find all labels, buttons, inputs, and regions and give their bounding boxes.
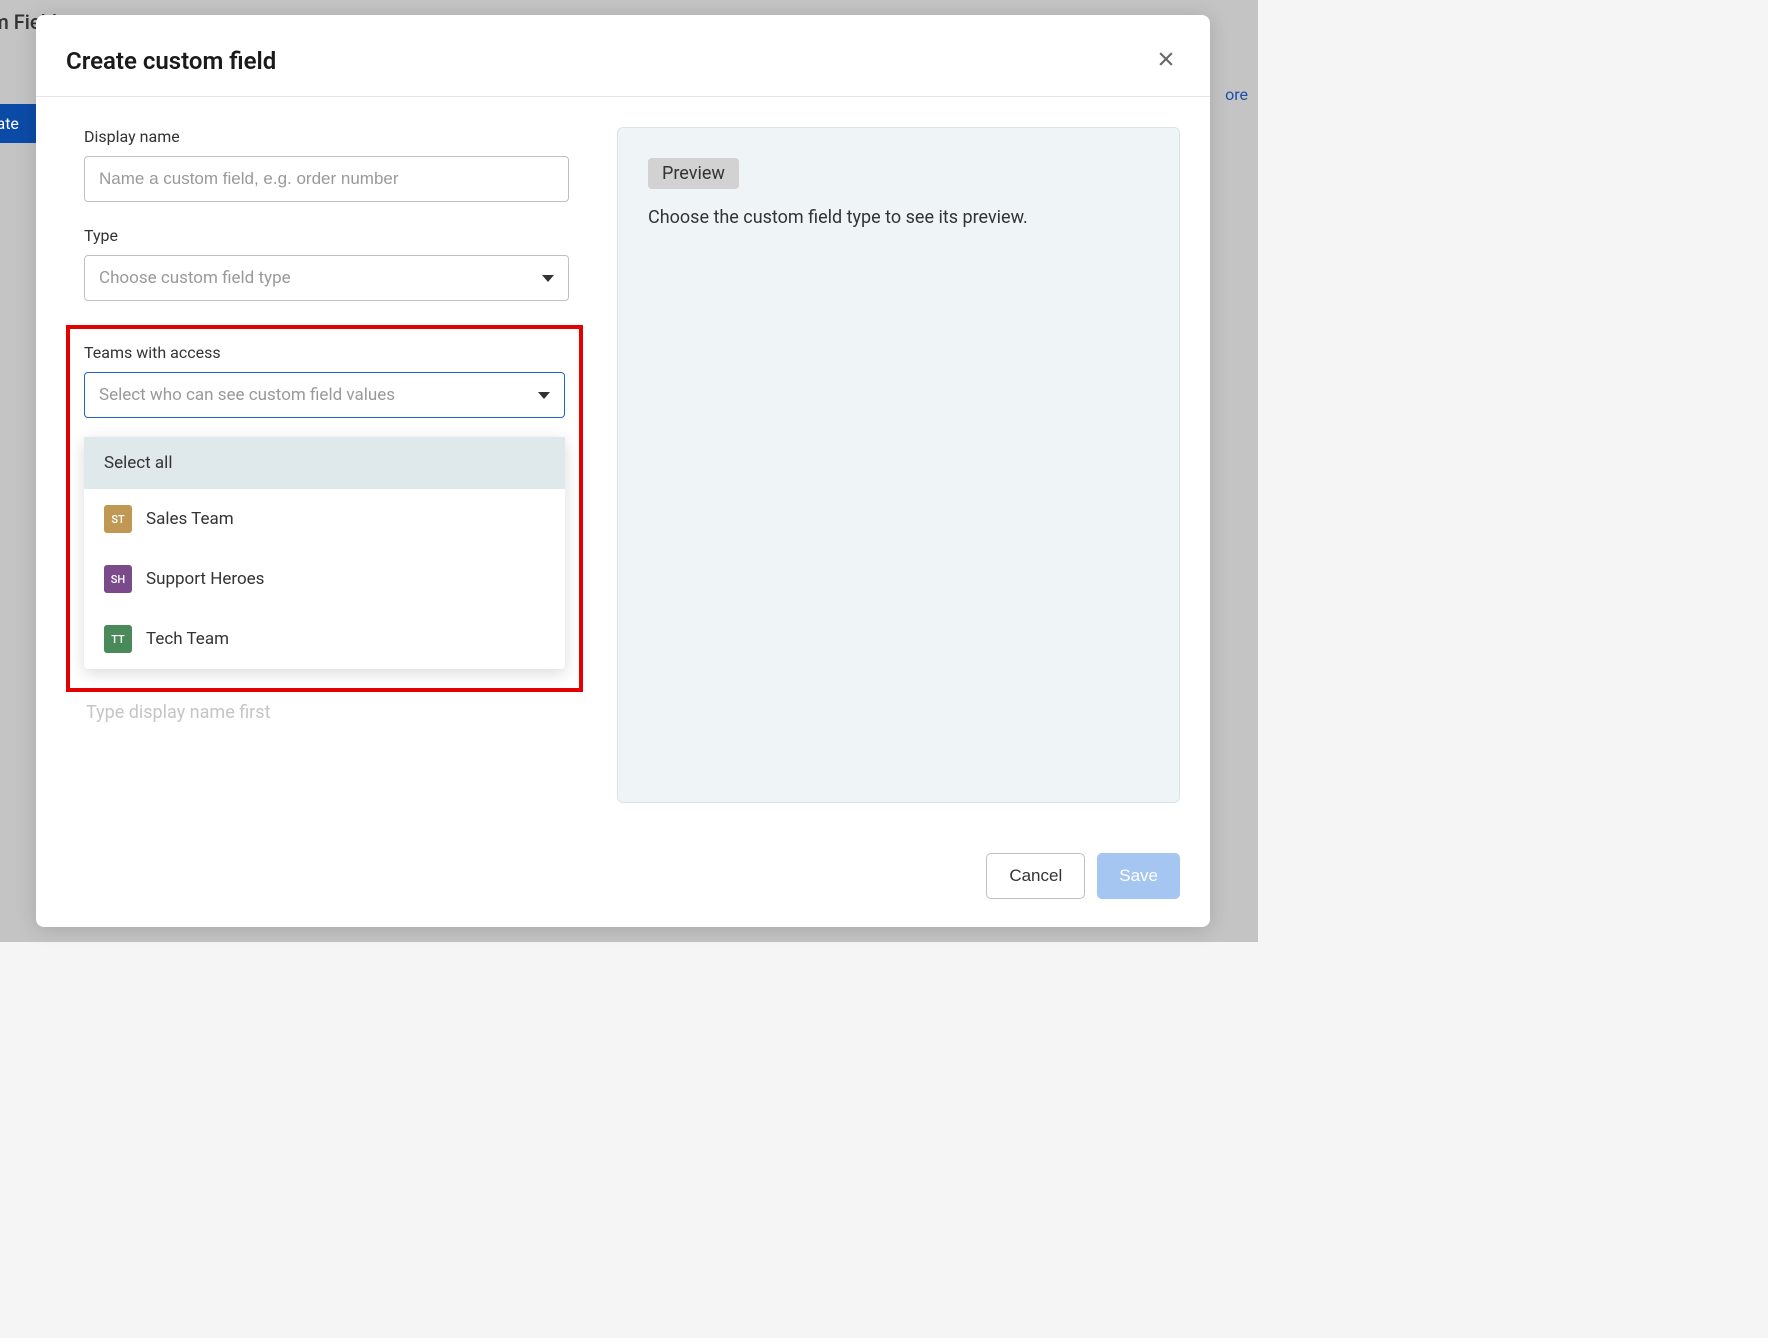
team-name: Tech Team bbox=[146, 629, 229, 649]
team-name: Sales Team bbox=[146, 509, 234, 529]
dropdown-team-item[interactable]: TT Tech Team bbox=[84, 609, 565, 669]
preview-badge: Preview bbox=[648, 158, 739, 189]
select-all-label: Select all bbox=[104, 453, 172, 473]
team-avatar: SH bbox=[104, 565, 132, 593]
display-name-group: Display name bbox=[84, 127, 569, 202]
dropdown-team-item[interactable]: ST Sales Team bbox=[84, 489, 565, 549]
modal-header: Create custom field bbox=[36, 15, 1210, 97]
bg-more-link: ore bbox=[1225, 85, 1248, 104]
chevron-down-icon bbox=[538, 392, 550, 399]
teams-label: Teams with access bbox=[84, 343, 565, 362]
cancel-button[interactable]: Cancel bbox=[986, 853, 1085, 899]
teams-placeholder: Select who can see custom field values bbox=[99, 385, 395, 405]
team-avatar: TT bbox=[104, 625, 132, 653]
modal-footer: Cancel Save bbox=[36, 833, 1210, 927]
close-button[interactable] bbox=[1152, 45, 1180, 76]
api-name-hint: Type display name first bbox=[86, 702, 569, 723]
teams-group: Teams with access Select who can see cus… bbox=[84, 343, 565, 418]
type-placeholder: Choose custom field type bbox=[99, 268, 291, 288]
chevron-down-icon bbox=[542, 275, 554, 282]
display-name-input[interactable] bbox=[84, 156, 569, 202]
display-name-label: Display name bbox=[84, 127, 569, 146]
modal-title: Create custom field bbox=[66, 47, 276, 75]
form-column: Display name Type Choose custom field ty… bbox=[84, 127, 569, 803]
teams-dropdown: Select all ST Sales Team SH Support Hero… bbox=[84, 437, 565, 669]
dropdown-select-all[interactable]: Select all bbox=[84, 437, 565, 489]
close-icon bbox=[1156, 49, 1176, 69]
teams-highlighted-section: Teams with access Select who can see cus… bbox=[66, 325, 583, 692]
preview-text: Choose the custom field type to see its … bbox=[648, 207, 1149, 228]
preview-column: Preview Choose the custom field type to … bbox=[617, 127, 1180, 803]
modal-body: Display name Type Choose custom field ty… bbox=[36, 97, 1210, 833]
save-button[interactable]: Save bbox=[1097, 853, 1180, 899]
dropdown-team-item[interactable]: SH Support Heroes bbox=[84, 549, 565, 609]
type-group: Type Choose custom field type bbox=[84, 226, 569, 301]
type-label: Type bbox=[84, 226, 569, 245]
teams-select[interactable]: Select who can see custom field values bbox=[84, 372, 565, 418]
team-avatar: ST bbox=[104, 505, 132, 533]
team-name: Support Heroes bbox=[146, 569, 264, 589]
create-custom-field-modal: Create custom field Display name Type Ch… bbox=[36, 15, 1210, 927]
type-select[interactable]: Choose custom field type bbox=[84, 255, 569, 301]
